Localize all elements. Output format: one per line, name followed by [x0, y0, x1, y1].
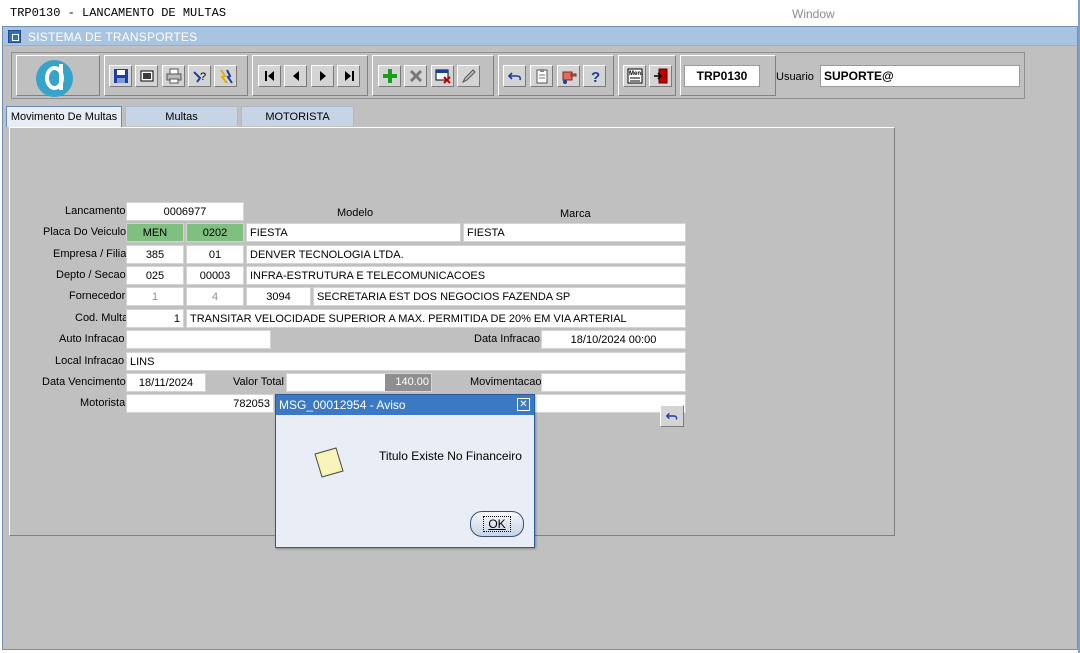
- depto-nome-field[interactable]: INFRA-ESTRUTURA E TELECOMUNICACOES: [246, 266, 686, 285]
- previous-record-icon[interactable]: [284, 65, 307, 87]
- data-vencimento-label: Data Vencimento: [42, 376, 126, 388]
- depto-field[interactable]: 025: [126, 266, 184, 285]
- print-icon[interactable]: [162, 65, 185, 87]
- tab-multas[interactable]: Multas: [125, 106, 238, 126]
- placa-label: Placa Do Veiculo: [43, 226, 127, 238]
- menu-icon[interactable]: Menu: [623, 65, 646, 87]
- valor-total-label: Valor Total: [233, 376, 284, 388]
- window-icon: [8, 30, 21, 43]
- user-label: Usuario: [776, 71, 814, 83]
- empresa-field[interactable]: 385: [126, 245, 184, 264]
- clipboard-icon[interactable]: [530, 65, 553, 87]
- app-title: TRP0130 - LANCAMENTO DE MULTAS: [10, 6, 227, 20]
- company-logo: [36, 60, 73, 97]
- local-infracao-field[interactable]: LINS: [126, 352, 686, 371]
- data-infracao-label: Data Infracao: [474, 333, 541, 345]
- marca-field[interactable]: FIESTA: [463, 223, 686, 242]
- placa-numbers-field[interactable]: 0202: [186, 223, 244, 242]
- fornecedor-field-2[interactable]: 4: [186, 287, 244, 306]
- window-icon-button[interactable]: [135, 65, 158, 87]
- point-hand-icon[interactable]: [557, 65, 580, 87]
- exit-icon[interactable]: [649, 65, 672, 87]
- dialog-message: Titulo Existe No Financeiro: [379, 449, 522, 463]
- help-icon[interactable]: ?: [583, 65, 606, 87]
- insert-record-icon[interactable]: [378, 65, 401, 87]
- mdi-titlebar: SISTEMA DE TRANSPORTES: [3, 27, 1077, 46]
- undo-button[interactable]: [660, 405, 684, 427]
- next-record-icon[interactable]: [311, 65, 334, 87]
- mdi-window: SISTEMA DE TRANSPORTES ? ? Menu TRP0130 …: [2, 26, 1078, 650]
- note-icon: [314, 447, 344, 478]
- toolbar: ? ? Menu TRP0130 Usuario SUPORTE@: [11, 52, 1025, 99]
- depto-label: Depto / Secao: [56, 269, 126, 281]
- fornecedor-nome-field[interactable]: SECRETARIA EST DOS NEGOCIOS FAZENDA SP: [313, 287, 686, 306]
- modelo-field[interactable]: FIESTA: [246, 223, 461, 242]
- dialog-title: MSG_00012954 - Aviso: [276, 395, 534, 415]
- last-record-icon[interactable]: [337, 65, 360, 87]
- auto-infracao-label: Auto Infracao: [59, 333, 125, 345]
- query-help-icon[interactable]: ?: [188, 65, 211, 87]
- svg-text:?: ?: [591, 69, 600, 84]
- motorista-field[interactable]: 782053: [126, 394, 274, 413]
- fornecedor-codigo-field[interactable]: 3094: [246, 287, 311, 306]
- alert-dialog: MSG_00012954 - Aviso ✕ Titulo Existe No …: [275, 394, 535, 548]
- empresa-nome-field[interactable]: DENVER TECNOLOGIA LTDA.: [246, 245, 686, 264]
- fornecedor-label: Fornecedor: [69, 290, 126, 302]
- cod-multa-field[interactable]: 1: [126, 309, 184, 328]
- lancamento-label: Lancamento: [65, 205, 126, 217]
- data-vencimento-field[interactable]: 18/11/2024: [126, 373, 206, 392]
- tab-movimento-de-multas[interactable]: Movimento De Multas: [6, 106, 122, 127]
- form-id-field: TRP0130: [684, 65, 760, 87]
- first-record-icon[interactable]: [258, 65, 281, 87]
- undo-icon[interactable]: [503, 65, 526, 87]
- empresa-label: Empresa / Filial: [53, 248, 129, 260]
- filial-field[interactable]: 01: [186, 245, 244, 264]
- local-infracao-label: Local Infracao: [55, 355, 125, 367]
- execute-query-icon[interactable]: [214, 65, 237, 87]
- svg-text:Menu: Menu: [629, 71, 643, 77]
- fornecedor-field-1[interactable]: 1: [126, 287, 184, 306]
- cod-multa-desc-field[interactable]: TRANSITAR VELOCIDADE SUPERIOR A MAX. PER…: [186, 309, 686, 328]
- valor-total-field[interactable]: 140.00: [286, 373, 432, 392]
- data-infracao-field[interactable]: 18/10/2024 00:00: [541, 330, 686, 349]
- valor-total-value: 140.00: [385, 374, 431, 391]
- delete-record-icon[interactable]: [404, 65, 427, 87]
- movimentacao-field[interactable]: [541, 373, 686, 392]
- save-icon[interactable]: [109, 65, 132, 87]
- ok-button[interactable]: OK: [470, 511, 524, 537]
- lancamento-field[interactable]: 0006977: [126, 202, 244, 221]
- placa-letters-field[interactable]: MEN: [126, 223, 184, 242]
- clear-form-icon[interactable]: [431, 65, 454, 87]
- cod-multa-label: Cod. Multa: [75, 312, 129, 324]
- movimentacao-label: Movimentacao: [470, 376, 542, 388]
- ok-button-label: OK: [483, 516, 511, 532]
- marca-header: Marca: [560, 208, 591, 220]
- close-icon[interactable]: ✕: [517, 398, 530, 411]
- menu-window[interactable]: Window: [792, 7, 835, 21]
- user-field: SUPORTE@: [820, 65, 1020, 87]
- tab-motorista[interactable]: MOTORISTA: [241, 106, 354, 126]
- svg-text:?: ?: [200, 71, 206, 83]
- motorista-label: Motorista: [80, 397, 126, 409]
- modelo-header: Modelo: [337, 207, 374, 219]
- edit-icon[interactable]: [457, 65, 480, 87]
- mdi-title: SISTEMA DE TRANSPORTES: [28, 30, 198, 44]
- secao-field[interactable]: 00003: [186, 266, 244, 285]
- auto-infracao-field[interactable]: [126, 330, 271, 349]
